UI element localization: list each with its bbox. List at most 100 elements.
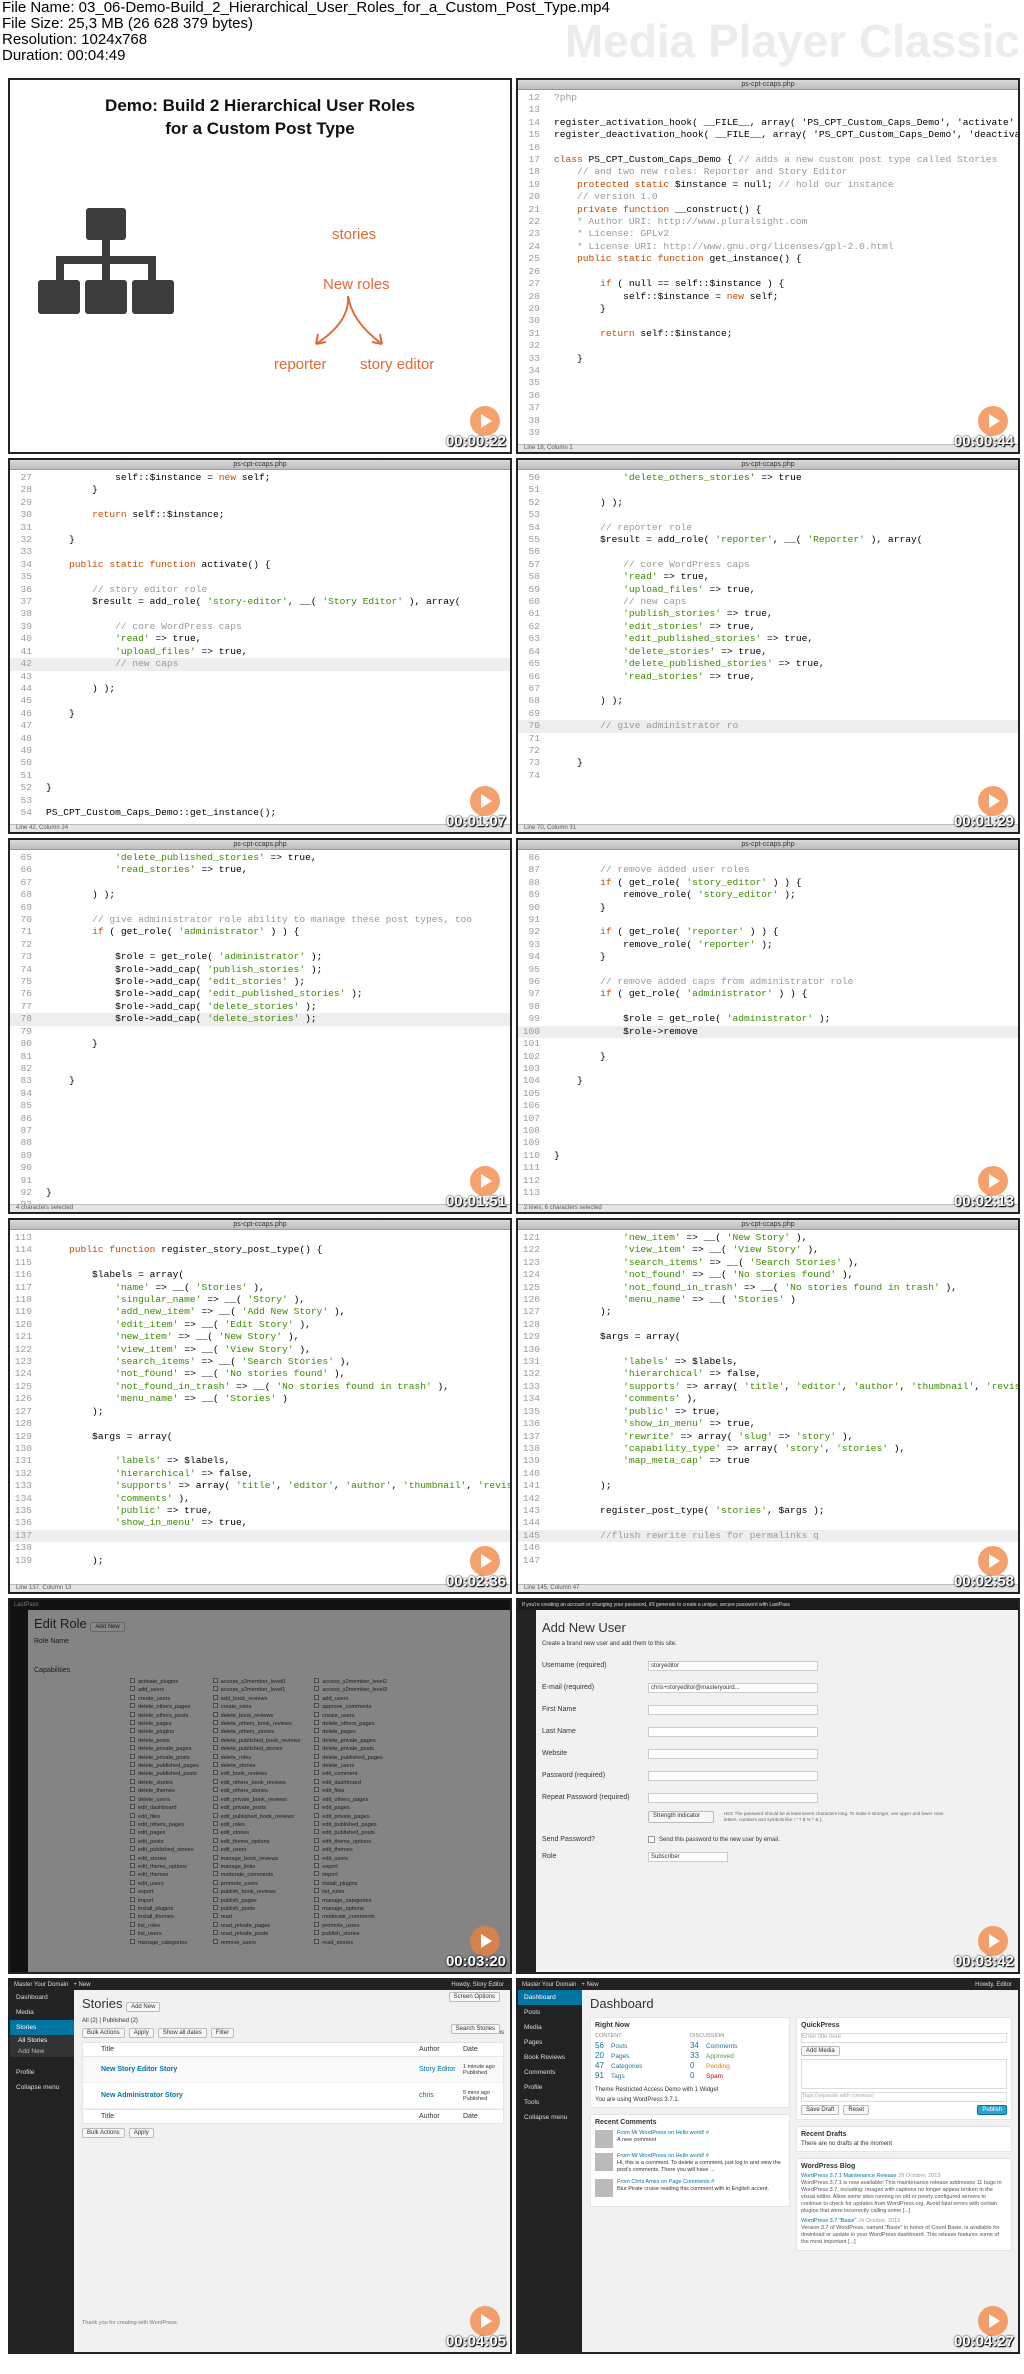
form-row: E-mail (required) chris+storyeditor@maste… — [542, 1679, 1012, 1696]
menu-collapse[interactable]: Collapse menu — [10, 2080, 74, 2095]
thumbnail-frame-9[interactable]: LastPass Edit Role Add New Role Name Cap… — [8, 1598, 512, 1974]
thumbnail-frame-11[interactable]: Master Your Domain + New Howdy, Story Ed… — [8, 1978, 512, 2354]
thumbnail-frame-10[interactable]: If you're creating an account or changin… — [516, 1598, 1020, 1974]
count-number: 56 — [595, 2041, 604, 2050]
menu-item[interactable]: Collapse menu — [518, 2110, 582, 2125]
count-row[interactable]: 20 Pages — [595, 2051, 690, 2061]
menu-item[interactable]: Dashboard — [518, 1990, 582, 2005]
menu-item[interactable]: Profile — [518, 2080, 582, 2095]
editor-titlebar: ps-cpt-ccaps.php — [10, 1220, 510, 1230]
admin-sidebar — [518, 1610, 536, 1972]
count-label: Approved — [706, 2053, 734, 2060]
table-row[interactable]: New Story Editor Story Story Editor 1 minu… — [83, 2057, 503, 2083]
field-input[interactable]: storyeditor — [648, 1660, 818, 1671]
theme-line: Theme Restricted Access Demo with 1 Widg… — [595, 2087, 719, 2093]
thumbnail-frame-5[interactable]: ps-cpt-ccaps.php 65 'delete_published_st… — [8, 838, 512, 1214]
menu-media[interactable]: Media — [10, 2005, 74, 2020]
field-input[interactable] — [648, 1770, 818, 1781]
comment-from[interactable]: From Mr WordPress on Hello world! # — [617, 2130, 709, 2137]
site-name[interactable]: Master Your Domain — [14, 1982, 68, 1988]
thumbnail-frame-3[interactable]: ps-cpt-ccaps.php 27 self::$instance = ne… — [8, 458, 512, 834]
story-author[interactable]: Story Editor — [419, 2066, 463, 2073]
howdy[interactable]: Howdy, Editor — [975, 1980, 1012, 1990]
quickpress-widget: QuickPress Enter title here Add Media Ta… — [796, 2017, 1012, 2120]
field-input[interactable] — [648, 1748, 818, 1759]
count-row[interactable]: 0 Spam — [690, 2071, 785, 2081]
thumbnail-frame-8[interactable]: ps-cpt-ccaps.php 121 'new_item' => __( '… — [516, 1218, 1020, 1594]
timestamp: 00:00:22 — [445, 433, 506, 450]
thumbnail-frame-7[interactable]: ps-cpt-ccaps.php 113 114 public function … — [8, 1218, 512, 1594]
timestamp: 00:03:42 — [953, 1953, 1014, 1970]
menu-item[interactable]: Media — [518, 2020, 582, 2035]
code-view: 12 ?php 13 14 register_activation_hook( __FI… — [528, 92, 1020, 438]
table-row[interactable]: New Administrator Story chris 5 mins ago P… — [83, 2083, 503, 2109]
quickpress-tags-input[interactable]: Tags (separate with commas) — [801, 2092, 1007, 2102]
field-label: Website — [542, 1750, 568, 1757]
thumbnail-frame-12[interactable]: Master Your Domain + New Howdy, Editor D… — [516, 1978, 1020, 2354]
comment-item: From Mr WordPress on Hello world! # A new… — [595, 2130, 785, 2148]
thumbnail-frame-4[interactable]: ps-cpt-ccaps.php 50 'delete_others_stori… — [516, 458, 1020, 834]
howdy[interactable]: Howdy, Story Editor — [451, 1980, 504, 1990]
menu-add-new[interactable]: Add New — [10, 2046, 74, 2057]
menu-stories[interactable]: Stories — [10, 2020, 74, 2035]
menu-item[interactable]: Pages — [518, 2035, 582, 2050]
story-title-link[interactable]: New Administrator Story — [101, 2092, 419, 2099]
menu-item[interactable]: Tools — [518, 2095, 582, 2110]
thumbnail-frame-2[interactable]: ps-cpt-ccaps.php 12 ?php 13 14 register_acti… — [516, 78, 1020, 454]
menu-item[interactable]: Posts — [518, 2005, 582, 2020]
new-button[interactable]: + New — [581, 1982, 598, 1988]
menu-item[interactable]: Comments — [518, 2065, 582, 2080]
add-new-button[interactable]: Add New — [126, 2002, 161, 2012]
bulk-actions-select-bottom[interactable]: Bulk Actions — [82, 2128, 125, 2138]
count-row[interactable]: 34 Comments — [690, 2041, 785, 2051]
dates-select[interactable]: Show all dates — [157, 2028, 207, 2038]
count-row[interactable]: 33 Approved — [690, 2051, 785, 2061]
thumbnail-frame-1[interactable]: Demo: Build 2 Hierarchical User Roles fo… — [8, 78, 512, 454]
field-input[interactable] — [648, 1792, 818, 1803]
menu-profile[interactable]: Profile — [10, 2065, 74, 2080]
apply-button-bottom[interactable]: Apply — [128, 2128, 154, 2138]
slide-title-line2: for a Custom Post Type — [165, 119, 355, 138]
menu-dashboard[interactable]: Dashboard — [10, 1990, 74, 2005]
comment-from[interactable]: From Mr WordPress on Hello world! # — [617, 2153, 785, 2160]
comment-from[interactable]: From Chris Ames on Page Comments # — [617, 2179, 769, 2186]
field-input[interactable]: chris+storyeditor@masteryourd... — [648, 1682, 818, 1693]
count-row[interactable]: 56 Posts — [595, 2041, 690, 2051]
publish-button[interactable]: Publish — [977, 2105, 1007, 2115]
save-draft-button[interactable]: Save Draft — [801, 2105, 840, 2115]
quickpress-content[interactable] — [801, 2059, 1007, 2089]
search-button[interactable]: Search Stories — [450, 2024, 500, 2034]
status-filter[interactable]: All (2) | Published (2) — [82, 2018, 504, 2024]
new-button[interactable]: + New — [73, 1982, 90, 1988]
editor-status-bar: Line 18, Column 1 — [518, 444, 1018, 452]
editor-status-bar: Line 42, Column 24 — [10, 824, 510, 832]
content-column: CONTENT 56 Posts 20 Pages 47 Categories 91 Tags — [595, 2033, 690, 2081]
timestamp: 00:04:05 — [445, 2333, 506, 2350]
apply-button[interactable]: Apply — [128, 2028, 154, 2038]
field-input[interactable] — [648, 1704, 818, 1715]
add-media-button[interactable]: Add Media — [801, 2046, 840, 2056]
story-title-link[interactable]: New Story Editor Story — [101, 2066, 419, 2073]
blog-link-1[interactable]: WordPress 3.7.1 Maintenance Release — [801, 2173, 897, 2179]
count-row[interactable]: 91 Tags — [595, 2071, 690, 2081]
story-author[interactable]: chris — [419, 2092, 463, 2099]
thumbnail-frame-6[interactable]: ps-cpt-ccaps.php 86 87 // remove added us… — [516, 838, 1020, 1214]
bulk-actions-select[interactable]: Bulk Actions — [82, 2028, 125, 2038]
send-password-checkbox[interactable] — [648, 1836, 655, 1843]
menu-item[interactable]: Book Reviews — [518, 2050, 582, 2065]
reset-button[interactable]: Reset — [843, 2105, 870, 2115]
screen-options-button[interactable]: Screen Options — [448, 1992, 500, 2002]
blog-link-2[interactable]: WordPress 3.7 "Basie" — [801, 2218, 856, 2224]
field-input[interactable] — [648, 1726, 818, 1737]
quickpress-title-input[interactable]: Enter title here — [801, 2033, 1007, 2043]
count-label: Categories — [611, 2063, 643, 2070]
editor-status-bar: 4 characters selected — [10, 1204, 510, 1212]
admin-bar: Master Your Domain + New Howdy, Editor — [518, 1980, 1018, 1990]
site-name[interactable]: Master Your Domain — [522, 1982, 576, 1988]
count-row[interactable]: 47 Categories — [595, 2061, 690, 2071]
filter-button[interactable]: Filter — [210, 2028, 235, 2038]
form-row: Repeat Password (required) — [542, 1789, 1012, 1806]
menu-all-stories[interactable]: All Stories — [10, 2035, 74, 2046]
count-row[interactable]: 0 Pending — [690, 2061, 785, 2071]
role-select[interactable]: Subscriber — [648, 1851, 728, 1862]
